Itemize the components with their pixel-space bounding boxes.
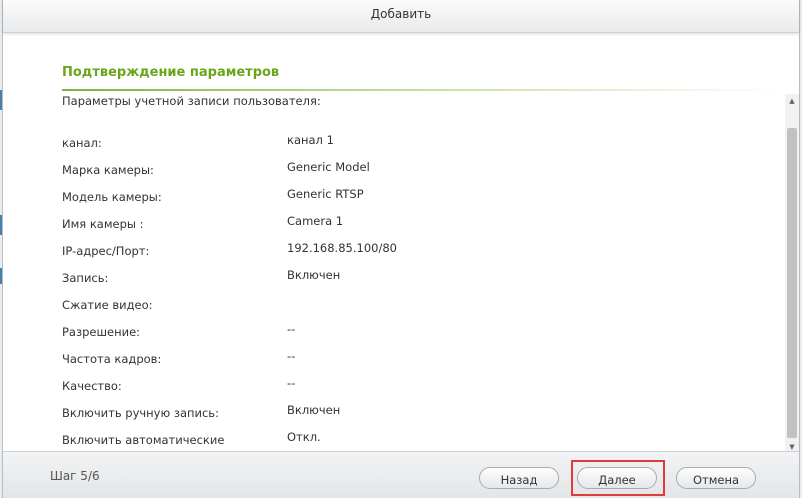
field-value: Generic Model <box>287 160 370 174</box>
dialog-title: Добавить <box>370 7 432 21</box>
field-label: IP-адрес/Порт: <box>62 244 150 258</box>
field-label: Включить ручную запись: <box>62 406 219 420</box>
field-value: Generic RTSP <box>287 187 364 201</box>
field-label: Частота кадров: <box>62 352 162 366</box>
section-subtitle: Параметры учетной записи пользователя: <box>62 94 321 108</box>
add-camera-dialog: Добавить Подтверждение параметров Параме… <box>2 0 800 498</box>
field-value: -- <box>287 322 296 336</box>
field-label: Модель камеры: <box>62 190 162 204</box>
section-title: Подтверждение параметров <box>62 65 280 80</box>
step-indicator: Шаг 5/6 <box>50 469 100 483</box>
field-value: канал 1 <box>287 133 334 147</box>
back-button[interactable]: Назад <box>479 467 559 489</box>
dialog-footer: Шаг 5/6 Назад Далее Отмена <box>3 451 799 498</box>
field-value: Включен <box>287 403 341 417</box>
field-label: Включить автоматические <box>62 433 225 447</box>
section-divider <box>62 89 782 91</box>
field-label: Качество: <box>62 379 122 393</box>
field-label: Разрешение: <box>62 325 141 339</box>
field-label: Имя камеры : <box>62 217 144 231</box>
field-label: Сжатие видео: <box>62 298 153 312</box>
field-value: 192.168.85.100/80 <box>287 241 397 255</box>
next-button[interactable]: Далее <box>577 467 657 489</box>
field-value: Включен <box>287 268 341 282</box>
content-scrollbar[interactable]: ▲ ▼ <box>785 94 799 454</box>
dialog-titlebar: Добавить <box>3 0 799 33</box>
field-label: Марка камеры: <box>62 163 154 177</box>
field-value: Camera 1 <box>287 214 344 228</box>
field-value: -- <box>287 349 296 363</box>
field-label: канал: <box>62 136 102 150</box>
field-value: -- <box>287 376 296 390</box>
field-value: Откл. <box>287 430 321 444</box>
scroll-up-arrow-icon[interactable]: ▲ <box>785 94 799 108</box>
dialog-content: Подтверждение параметров Параметры учетн… <box>3 33 783 452</box>
cancel-button[interactable]: Отмена <box>676 467 756 489</box>
scroll-thumb[interactable] <box>787 128 797 438</box>
field-label: Запись: <box>62 271 109 285</box>
